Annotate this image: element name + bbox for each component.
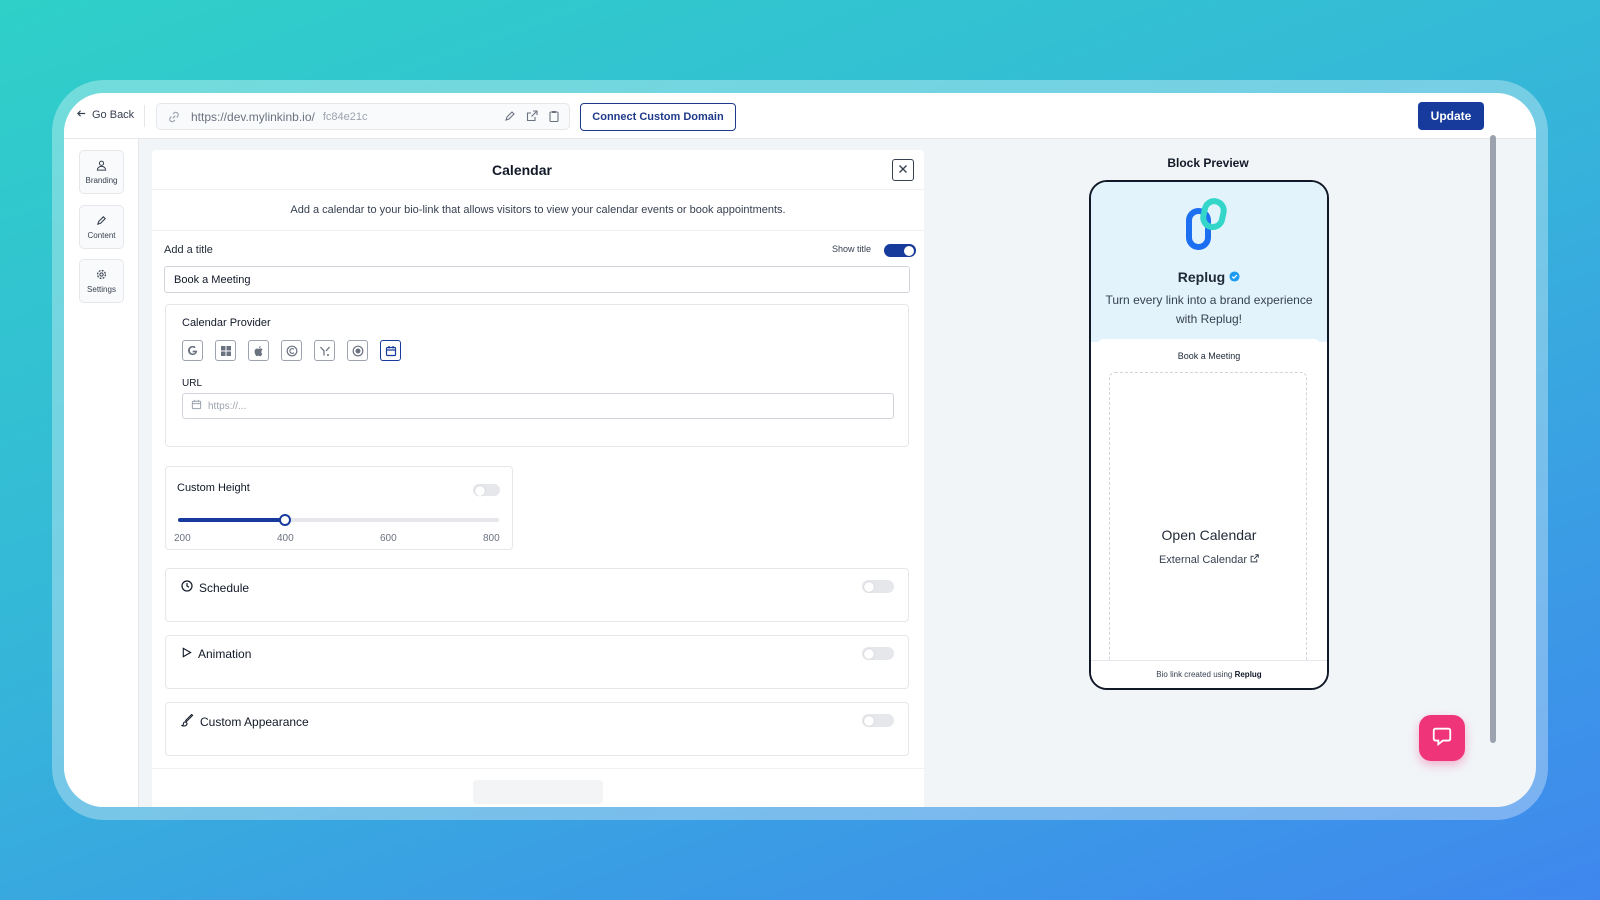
- sidebar-item-label: Settings: [87, 284, 116, 294]
- sidebar-item-branding[interactable]: Branding: [79, 150, 124, 194]
- section-label: Animation: [198, 647, 252, 661]
- custom-appearance-title: Custom Appearance: [180, 713, 309, 730]
- verified-badge-icon: [1229, 269, 1240, 285]
- open-calendar-link[interactable]: Open Calendar: [1098, 527, 1320, 543]
- update-button[interactable]: Update: [1418, 102, 1484, 130]
- animation-title: Animation: [181, 647, 251, 661]
- brush-icon: [180, 713, 194, 730]
- url-base-text: https://dev.mylinkinb.io/: [191, 109, 315, 124]
- brand-name: Replug: [1091, 269, 1327, 285]
- gear-icon: [96, 269, 107, 282]
- sidebar-item-content[interactable]: Content: [79, 205, 124, 249]
- show-title-label: Show title: [832, 244, 872, 254]
- schedule-toggle[interactable]: [862, 580, 894, 593]
- chat-icon: [1431, 725, 1453, 752]
- animation-section[interactable]: Animation: [165, 635, 909, 689]
- slider-tick-label: 400: [277, 533, 294, 544]
- calendar-url-field[interactable]: [182, 393, 894, 419]
- custom-height-card: Custom Height 200 400 600 800: [165, 466, 513, 550]
- tidycal-icon[interactable]: [347, 340, 368, 361]
- clock-icon: [181, 580, 193, 595]
- custom-calendar-icon[interactable]: [380, 340, 401, 361]
- link-icon: [167, 109, 183, 125]
- slider-tick-label: 800: [483, 533, 500, 544]
- user-icon: [96, 160, 107, 173]
- edit-icon[interactable]: [503, 109, 517, 123]
- custom-appearance-section[interactable]: Custom Appearance: [165, 702, 909, 756]
- height-slider[interactable]: [178, 514, 499, 526]
- divider: [144, 105, 145, 127]
- apple-calendar-icon[interactable]: [248, 340, 269, 361]
- divider: [152, 189, 924, 190]
- brand-description: Turn every link into a brand experience …: [1105, 293, 1313, 326]
- url-slug-text[interactable]: fc84e21c: [323, 111, 368, 123]
- url-field[interactable]: https://dev.mylinkinb.io/ fc84e21c: [156, 103, 570, 130]
- slider-fill: [178, 518, 285, 522]
- sidebar-item-settings[interactable]: Settings: [79, 259, 124, 303]
- microsoft-calendar-icon[interactable]: [215, 340, 236, 361]
- sidebar-item-label: Branding: [85, 175, 118, 185]
- clipboard-icon[interactable]: [547, 109, 561, 123]
- scrollbar[interactable]: [1490, 135, 1496, 743]
- chat-support-button[interactable]: [1419, 715, 1465, 761]
- animation-toggle[interactable]: [862, 647, 894, 660]
- phone-preview: Replug Turn every link into a brand expe…: [1089, 180, 1329, 690]
- preview-card-title: Book a Meeting: [1177, 351, 1241, 361]
- calendar-provider-card: Calendar Provider URL https://...: [165, 304, 909, 447]
- left-sidebar: Branding Content Settings: [64, 139, 139, 807]
- footer-brand: Replug: [1234, 670, 1262, 679]
- app-window: Go Back https://dev.mylinkinb.io/ fc84e2…: [64, 93, 1536, 807]
- external-calendar-link[interactable]: External Calendar: [1098, 554, 1320, 566]
- calendar-provider-label: Calendar Provider: [182, 317, 271, 329]
- external-link-icon: [1250, 554, 1259, 566]
- external-calendar-label: External Calendar: [1158, 554, 1247, 566]
- play-icon: [181, 647, 192, 661]
- external-link-icon[interactable]: [525, 109, 539, 123]
- slider-thumb[interactable]: [279, 514, 291, 526]
- go-back-label: Go Back: [92, 109, 135, 121]
- editor-title: Calendar: [492, 162, 552, 178]
- custom-appearance-toggle[interactable]: [862, 714, 894, 727]
- custom-height-toggle[interactable]: [473, 484, 500, 496]
- phone-footer: Bio link created using Replug: [1091, 660, 1327, 688]
- divider: [152, 230, 924, 231]
- arrow-left-icon: [76, 108, 87, 122]
- add-block-button[interactable]: [473, 780, 603, 804]
- slider-tick-label: 200: [174, 533, 191, 544]
- calendar-url-input[interactable]: [208, 400, 868, 412]
- go-back-button[interactable]: Go Back: [76, 108, 134, 122]
- google-calendar-icon[interactable]: [182, 340, 203, 361]
- title-input[interactable]: [164, 266, 910, 293]
- custom-height-label: Custom Height: [177, 482, 250, 494]
- calendar-block-preview: Book a Meeting Open Calendar External Ca…: [1098, 339, 1320, 672]
- cal-com-icon[interactable]: [314, 340, 335, 361]
- profile-header: Replug Turn every link into a brand expe…: [1091, 182, 1327, 342]
- schedule-section[interactable]: Schedule: [165, 568, 909, 622]
- calendar-icon: [191, 397, 202, 415]
- schedule-title: Schedule: [181, 580, 249, 595]
- add-title-label: Add a title: [164, 244, 213, 256]
- top-bar: Go Back https://dev.mylinkinb.io/ fc84e2…: [64, 93, 1536, 139]
- brand-name-text: Replug: [1177, 269, 1226, 285]
- calendar-editor-panel: Calendar Add a calendar to your bio-link…: [152, 150, 924, 807]
- calendar-placeholder: [1109, 372, 1307, 672]
- url-actions: [503, 109, 561, 123]
- close-button[interactable]: [892, 159, 914, 181]
- editor-description: Add a calendar to your bio-link that all…: [290, 204, 786, 216]
- block-preview-title: Block Preview: [1167, 156, 1249, 170]
- calendly-icon[interactable]: [281, 340, 302, 361]
- close-icon: [898, 161, 908, 179]
- section-label: Schedule: [199, 580, 250, 595]
- footer-text: Bio link created using: [1156, 670, 1233, 679]
- pencil-icon: [96, 215, 107, 228]
- divider: [152, 768, 924, 769]
- replug-logo-icon: [1184, 197, 1232, 253]
- slider-tick-label: 600: [380, 533, 397, 544]
- url-label: URL: [182, 378, 203, 389]
- provider-icon-list: [182, 340, 401, 361]
- section-label: Custom Appearance: [200, 715, 309, 729]
- connect-custom-domain-button[interactable]: Connect Custom Domain: [580, 103, 736, 131]
- show-title-toggle[interactable]: [884, 244, 916, 257]
- sidebar-item-label: Content: [87, 230, 116, 240]
